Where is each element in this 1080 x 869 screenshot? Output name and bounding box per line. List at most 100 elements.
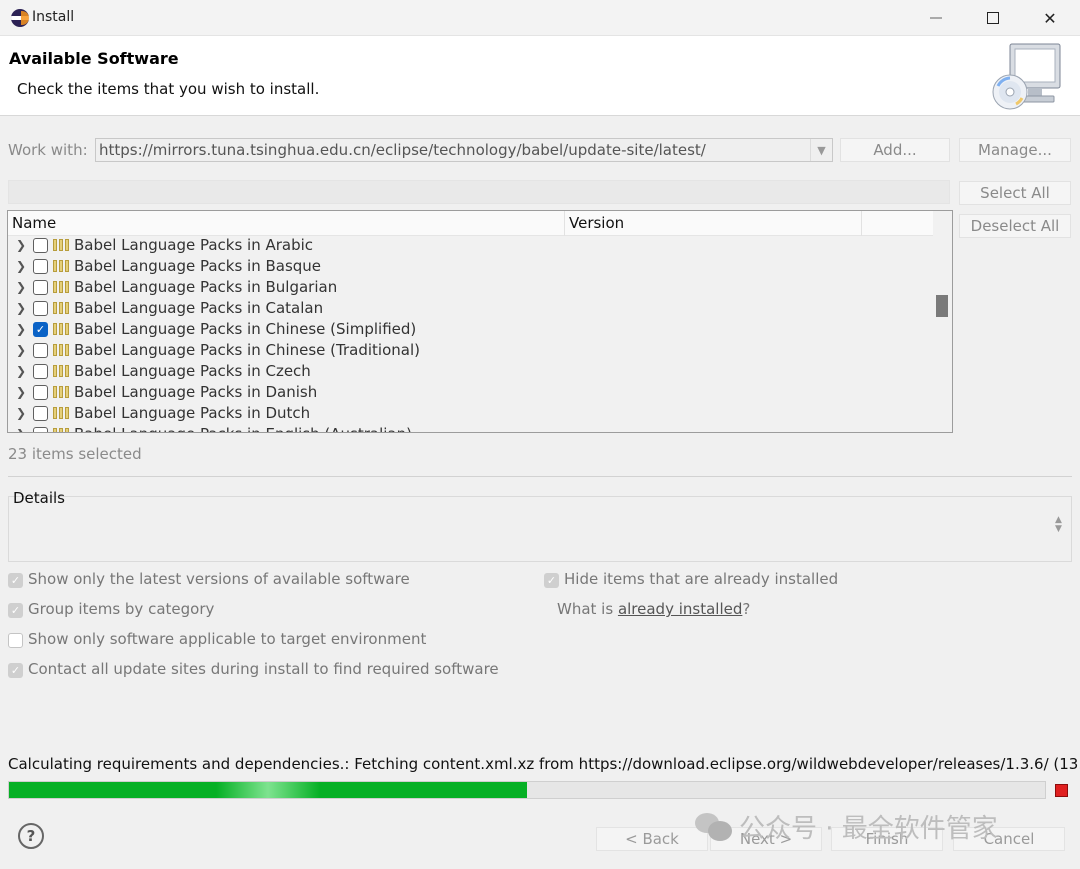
close-button[interactable]: ✕ bbox=[1021, 0, 1079, 36]
minimize-button[interactable] bbox=[907, 0, 965, 36]
chevron-right-icon[interactable]: ❯ bbox=[16, 342, 26, 358]
software-tree[interactable]: Name Version ❯ Babel Language Packs in A… bbox=[7, 210, 953, 433]
scrollbar-thumb[interactable] bbox=[936, 295, 948, 317]
work-with-combo[interactable]: https://mirrors.tuna.tsinghua.edu.cn/ecl… bbox=[95, 138, 833, 162]
group-by-category-label: Group items by category bbox=[28, 600, 215, 618]
table-row[interactable]: ❯ Babel Language Packs in English (Austr… bbox=[8, 424, 933, 432]
row-checkbox[interactable] bbox=[33, 238, 48, 253]
package-icon bbox=[53, 344, 70, 356]
hide-installed-checkbox[interactable]: ✓ bbox=[544, 573, 559, 588]
table-row[interactable]: ❯ ✓ Babel Language Packs in Chinese (Sim… bbox=[8, 319, 933, 340]
work-with-value: https://mirrors.tuna.tsinghua.edu.cn/ecl… bbox=[99, 141, 706, 159]
page-title: Available Software bbox=[9, 49, 179, 68]
target-env-label: Show only software applicable to target … bbox=[28, 630, 427, 648]
row-label: Babel Language Packs in Danish bbox=[74, 383, 318, 401]
what-suffix: ? bbox=[742, 600, 751, 618]
table-header: Name Version bbox=[8, 211, 933, 236]
column-header-version[interactable]: Version bbox=[565, 211, 861, 236]
back-button[interactable]: < Back bbox=[596, 827, 708, 851]
package-icon bbox=[53, 281, 70, 293]
work-with-label: Work with: bbox=[8, 141, 88, 159]
maximize-icon bbox=[987, 12, 999, 24]
already-installed-text: What is already installed? bbox=[557, 600, 750, 618]
manage-button[interactable]: Manage... bbox=[959, 138, 1071, 162]
package-icon bbox=[53, 407, 70, 419]
target-env-checkbox[interactable] bbox=[8, 633, 23, 648]
table-row[interactable]: ❯ Babel Language Packs in Czech bbox=[8, 361, 933, 382]
contact-sites-checkbox[interactable]: ✓ bbox=[8, 663, 23, 678]
latest-versions-checkbox[interactable]: ✓ bbox=[8, 573, 23, 588]
page-subtitle: Check the items that you wish to install… bbox=[17, 80, 320, 98]
minimize-icon bbox=[930, 17, 942, 19]
row-checkbox[interactable] bbox=[33, 406, 48, 421]
row-label: Babel Language Packs in Basque bbox=[74, 257, 322, 275]
watermark: 公众号 · 最全软件管家 bbox=[695, 808, 998, 844]
row-checkbox-checked[interactable]: ✓ bbox=[33, 322, 48, 337]
chevron-right-icon[interactable]: ❯ bbox=[16, 258, 26, 274]
group-by-category-checkbox[interactable]: ✓ bbox=[8, 603, 23, 618]
window-title: Install bbox=[32, 9, 75, 25]
table-row[interactable]: ❯ Babel Language Packs in Dutch bbox=[8, 403, 933, 424]
stop-icon[interactable] bbox=[1055, 784, 1068, 797]
maximize-button[interactable] bbox=[964, 0, 1022, 36]
watermark-text: 公众号 · 最全软件管家 bbox=[739, 813, 998, 844]
row-checkbox[interactable] bbox=[33, 259, 48, 274]
chevron-down-icon[interactable]: ▼ bbox=[810, 139, 832, 161]
details-label: Details bbox=[13, 489, 66, 507]
add-button[interactable]: Add... bbox=[840, 138, 950, 162]
package-icon bbox=[53, 386, 70, 398]
selection-count: 23 items selected bbox=[8, 445, 142, 463]
column-header-name[interactable]: Name bbox=[8, 211, 564, 236]
eclipse-icon bbox=[11, 9, 29, 27]
checkmark-icon: ✓ bbox=[35, 323, 46, 336]
wizard-header: Available Software Check the items that … bbox=[0, 36, 1080, 116]
help-icon[interactable]: ? bbox=[18, 823, 44, 849]
scroll-arrows-icon[interactable]: ▲ ▼ bbox=[1055, 516, 1062, 534]
chevron-right-icon[interactable]: ❯ bbox=[16, 279, 26, 295]
details-panel bbox=[8, 496, 1072, 562]
row-checkbox[interactable] bbox=[33, 427, 48, 432]
row-label: Babel Language Packs in Czech bbox=[74, 362, 311, 380]
row-checkbox[interactable] bbox=[33, 280, 48, 295]
table-row[interactable]: ❯ Babel Language Packs in Chinese (Tradi… bbox=[8, 340, 933, 361]
vertical-scrollbar[interactable] bbox=[935, 211, 952, 432]
package-icon bbox=[53, 260, 70, 272]
table-row[interactable]: ❯ Babel Language Packs in Catalan bbox=[8, 298, 933, 319]
progress-fill bbox=[9, 782, 527, 798]
row-label: Babel Language Packs in English (Austral… bbox=[74, 425, 412, 432]
contact-sites-label: Contact all update sites during install … bbox=[28, 660, 499, 678]
select-all-button[interactable]: Select All bbox=[959, 181, 1071, 205]
package-icon bbox=[53, 323, 70, 335]
row-label: Babel Language Packs in Chinese (Simplif… bbox=[74, 320, 417, 338]
table-row[interactable]: ❯ Babel Language Packs in Basque bbox=[8, 256, 933, 277]
hide-installed-label: Hide items that are already installed bbox=[564, 570, 839, 588]
chevron-right-icon[interactable]: ❯ bbox=[16, 426, 26, 432]
filter-input[interactable] bbox=[8, 180, 950, 204]
chevron-right-icon[interactable]: ❯ bbox=[16, 363, 26, 379]
row-checkbox[interactable] bbox=[33, 343, 48, 358]
deselect-all-button[interactable]: Deselect All bbox=[959, 214, 1071, 238]
row-label: Babel Language Packs in Dutch bbox=[74, 404, 311, 422]
table-row[interactable]: ❯ Babel Language Packs in Danish bbox=[8, 382, 933, 403]
package-icon bbox=[53, 365, 70, 377]
close-icon: ✕ bbox=[1043, 8, 1057, 28]
latest-versions-label: Show only the latest versions of availab… bbox=[28, 570, 410, 588]
table-row[interactable]: ❯ Babel Language Packs in Bulgarian bbox=[8, 277, 933, 298]
chevron-right-icon[interactable]: ❯ bbox=[16, 384, 26, 400]
chevron-right-icon[interactable]: ❯ bbox=[16, 300, 26, 316]
divider bbox=[8, 476, 1072, 477]
already-installed-link[interactable]: already installed bbox=[618, 600, 742, 618]
title-bar: Install ✕ bbox=[0, 0, 1080, 36]
row-checkbox[interactable] bbox=[33, 301, 48, 316]
row-label: Babel Language Packs in Chinese (Traditi… bbox=[74, 341, 420, 359]
chevron-right-icon[interactable]: ❯ bbox=[16, 321, 26, 337]
row-checkbox[interactable] bbox=[33, 364, 48, 379]
package-icon bbox=[53, 302, 70, 314]
row-checkbox[interactable] bbox=[33, 385, 48, 400]
column-divider[interactable] bbox=[861, 211, 862, 236]
package-icon bbox=[53, 428, 70, 432]
row-label: Babel Language Packs in Catalan bbox=[74, 299, 324, 317]
table-row[interactable]: ❯ Babel Language Packs in Arabic bbox=[8, 235, 933, 256]
chevron-right-icon[interactable]: ❯ bbox=[16, 405, 26, 421]
chevron-right-icon[interactable]: ❯ bbox=[16, 237, 26, 253]
